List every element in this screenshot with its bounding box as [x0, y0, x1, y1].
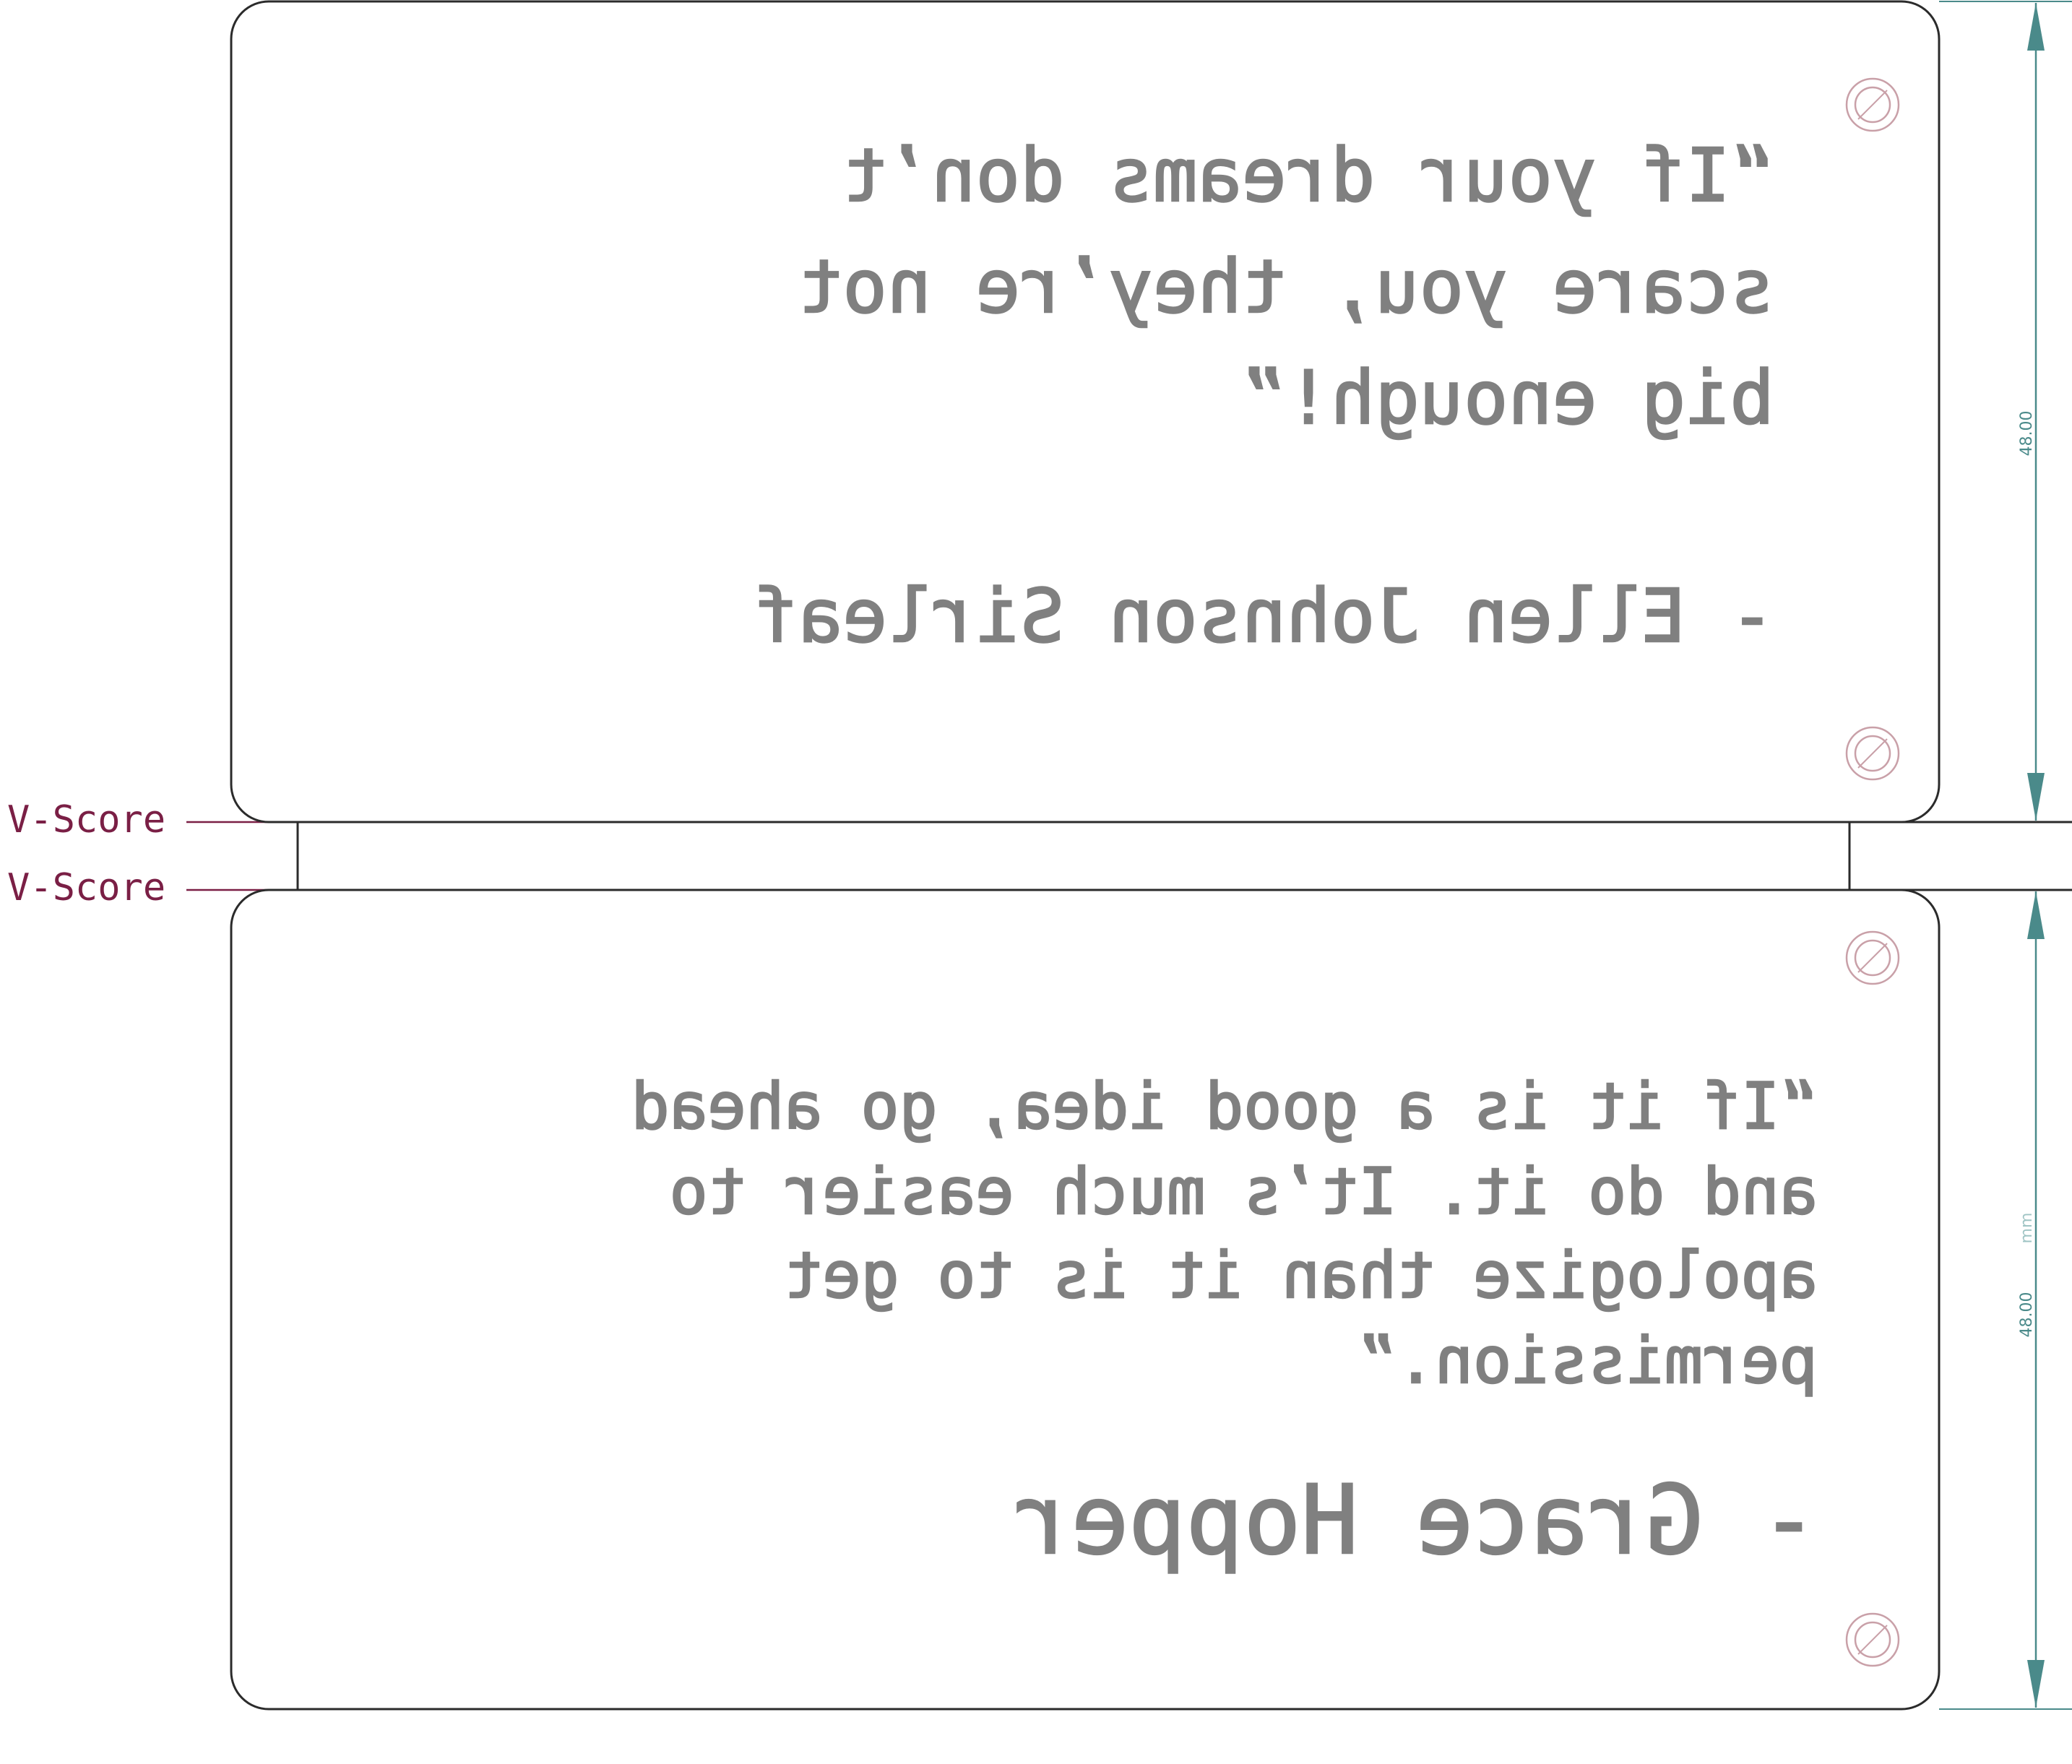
mounting-hole-icon: [1845, 726, 1900, 781]
dimension-bottom-unit: mm: [2018, 1213, 2036, 1244]
dimension-bottom: 48.00 mm: [2018, 891, 2045, 1708]
board-bottom-quote-line: “If it is a good idea, go ahead: [631, 1069, 1818, 1143]
board-top-author: - Ellen Johnson Sirleaf: [754, 574, 1774, 660]
arrow-down-icon: [2027, 1660, 2045, 1708]
mounting-holes: [1845, 77, 1900, 1667]
board-top-quote-line: “If your dreams don’t: [842, 133, 1774, 219]
dimension-bottom-value: 48.00: [2018, 1292, 2036, 1338]
mounting-hole-icon: [1845, 930, 1900, 985]
board-top-quote-line: big enough!”: [1242, 355, 1774, 441]
board-bottom-quote-line: and do it. It’s much easier to: [670, 1154, 1818, 1229]
arrow-up-icon: [2027, 891, 2045, 939]
board-bottom-silkscreen: “If it is a good idea, go ahead and do i…: [630, 1068, 1818, 1578]
v-score-label-top: V-Score: [7, 798, 165, 842]
board-bottom-quote-line: apologize than it is to get: [785, 1238, 1818, 1313]
mounting-hole-icon: [1845, 1612, 1900, 1667]
dimension-top-value: 48.00: [2018, 411, 2036, 457]
dimension-markers: 48.00 48.00 mm: [1939, 1, 2072, 1710]
board-top-quote-line: scare you, they’re not: [798, 244, 1774, 330]
v-score-label-bottom: V-Score: [7, 866, 165, 909]
dimension-top: 48.00: [2018, 3, 2045, 821]
arrow-up-icon: [2027, 3, 2045, 51]
mounting-hole-icon: [1845, 77, 1900, 132]
board-top-silkscreen: “If your dreams don’t scare you, they’re…: [753, 132, 1775, 661]
board-bottom-quote-line: permission.”: [1358, 1323, 1818, 1398]
v-score-lines: V-Score V-Score: [7, 798, 2072, 909]
board-bottom-author: - Grace Hopper: [1014, 1465, 1818, 1576]
arrow-down-icon: [2027, 773, 2045, 821]
pcb-panel-drawing: V-Score V-Score “If your dreams don’t sc…: [7, 0, 2072, 1711]
